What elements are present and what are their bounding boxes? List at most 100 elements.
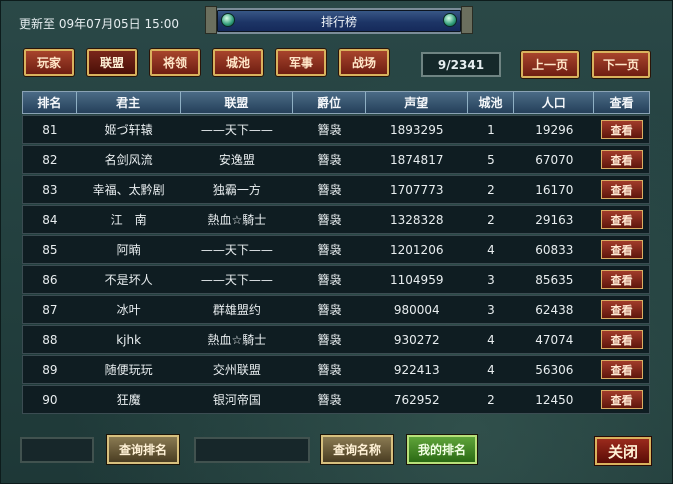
updated-timestamp: 更新至 09年07月05日 15:00: [19, 17, 180, 31]
ranking-window: 更新至 09年07月05日 15:00 排行榜 玩家 联盟 将领 城池 军事 战…: [0, 0, 673, 484]
alliance-cell: ——天下——: [200, 123, 273, 137]
prev-page-button[interactable]: 上一页: [521, 51, 579, 78]
prestige-cell: 1201206: [390, 242, 444, 257]
title-cell: 簪袅: [317, 153, 342, 167]
tab-player[interactable]: 玩家: [24, 49, 74, 76]
rank-cell: 84: [42, 212, 58, 227]
title-orb-right-icon: [443, 13, 457, 27]
prestige-cell: 980004: [393, 302, 440, 317]
view-button[interactable]: 查看: [600, 210, 643, 229]
view-cell: 查看: [594, 266, 649, 293]
query-rank-button[interactable]: 查询排名: [107, 435, 179, 464]
ranking-table: 排名 君主 联盟 爵位 声望 城池 人口 查看 81 姬づ轩辕 ——天下—— 簪袅 18…: [22, 91, 650, 414]
column-header-population: 人口: [514, 92, 595, 113]
alliance-cell: 独霸一方: [212, 183, 261, 197]
alliance-cell: 交州联盟: [212, 363, 261, 377]
table-row: 86 不是坏人 ——天下—— 簪袅 1104959 3 85635 查看: [22, 265, 650, 294]
alliance-cell: 安逸盟: [218, 153, 255, 167]
rank-cell: 90: [42, 392, 58, 407]
population-cell: 16170: [535, 182, 574, 197]
tab-military[interactable]: 军事: [276, 49, 326, 76]
prestige-cell: 1104959: [390, 272, 444, 287]
cities-cell: 4: [487, 332, 495, 347]
column-header-prestige: 声望: [366, 92, 468, 113]
cities-cell: 2: [487, 212, 495, 227]
view-button[interactable]: 查看: [600, 150, 643, 169]
column-header-alliance: 联盟: [181, 92, 294, 113]
view-cell: 查看: [594, 356, 649, 383]
title-cell: 簪袅: [317, 183, 342, 197]
table-row: 82 名剑风流 安逸盟 簪袅 1874817 5 67070 查看: [22, 145, 650, 174]
rank-query-input[interactable]: [20, 437, 94, 463]
view-cell: 查看: [594, 386, 649, 413]
column-header-cities: 城池: [468, 92, 515, 113]
view-button[interactable]: 查看: [600, 120, 643, 139]
prestige-cell: 1328328: [390, 212, 444, 227]
prestige-cell: 922413: [393, 362, 440, 377]
view-button[interactable]: 查看: [600, 300, 643, 319]
title-cell: 簪袅: [317, 303, 342, 317]
table-body: 81 姬づ轩辕 ——天下—— 簪袅 1893295 1 19296 查看 82 名剑风流 安逸盟 簪袅…: [22, 115, 650, 414]
alliance-cell: 群雄盟约: [212, 303, 261, 317]
prestige-cell: 1893295: [390, 122, 444, 137]
title-cap-right: [461, 6, 473, 34]
cities-cell: 2: [487, 182, 495, 197]
table-row: 85 阿暔 ——天下—— 簪袅 1201206 4 60833 查看: [22, 235, 650, 264]
population-cell: 62438: [535, 302, 574, 317]
rank-cell: 83: [42, 182, 58, 197]
rank-cell: 88: [42, 332, 58, 347]
rank-cell: 87: [42, 302, 58, 317]
window-title: 排行榜: [320, 15, 357, 29]
rank-cell: 81: [42, 122, 58, 137]
lord-cell: 姬づ轩辕: [104, 123, 153, 137]
title-cell: 簪袅: [317, 363, 342, 377]
next-page-button[interactable]: 下一页: [592, 51, 650, 78]
rank-cell: 85: [42, 242, 58, 257]
title-cell: 簪袅: [317, 333, 342, 347]
title-cap-left: [205, 6, 217, 34]
title-cell: 簪袅: [317, 123, 342, 137]
rank-cell: 82: [42, 152, 58, 167]
lord-cell: 阿暔: [116, 243, 141, 257]
table-row: 89 随便玩玩 交州联盟 簪袅 922413 4 56306 查看: [22, 355, 650, 384]
population-cell: 47074: [535, 332, 574, 347]
table-row: 83 幸福、太黔剧 独霸一方 簪袅 1707773 2 16170 查看: [22, 175, 650, 204]
tab-alliance[interactable]: 联盟: [87, 49, 137, 76]
my-rank-button[interactable]: 我的排名: [407, 435, 477, 464]
view-button[interactable]: 查看: [600, 390, 643, 409]
close-button[interactable]: 关闭: [595, 437, 651, 465]
table-header: 排名 君主 联盟 爵位 声望 城池 人口 查看: [22, 91, 650, 114]
view-button[interactable]: 查看: [600, 360, 643, 379]
lord-cell: 冰叶: [116, 303, 141, 317]
lord-cell: 名剑风流: [104, 153, 153, 167]
prestige-cell: 762952: [393, 392, 440, 407]
view-cell: 查看: [594, 116, 649, 143]
view-button[interactable]: 查看: [600, 180, 643, 199]
column-header-title: 爵位: [293, 92, 366, 113]
view-cell: 查看: [594, 236, 649, 263]
cities-cell: 4: [487, 242, 495, 257]
tab-battlefield[interactable]: 战场: [339, 49, 389, 76]
name-query-input[interactable]: [194, 437, 310, 463]
title-cell: 簪袅: [317, 213, 342, 227]
population-cell: 85635: [535, 272, 574, 287]
table-row: 87 冰叶 群雄盟约 簪袅 980004 3 62438 查看: [22, 295, 650, 324]
column-header-view: 查看: [609, 96, 634, 110]
prestige-cell: 1874817: [390, 152, 444, 167]
tab-general[interactable]: 将领: [150, 49, 200, 76]
view-button[interactable]: 查看: [600, 330, 643, 349]
table-row: 81 姬づ轩辕 ——天下—— 簪袅 1893295 1 19296 查看: [22, 115, 650, 144]
alliance-cell: 熱血☆騎士: [207, 333, 267, 347]
view-button[interactable]: 查看: [600, 270, 643, 289]
query-name-button[interactable]: 查询名称: [321, 435, 393, 464]
tab-city[interactable]: 城池: [213, 49, 263, 76]
column-header-lord: 君主: [77, 92, 181, 113]
title-cell: 簪袅: [317, 393, 342, 407]
view-button[interactable]: 查看: [600, 240, 643, 259]
lord-cell: 随便玩玩: [104, 363, 153, 377]
population-cell: 56306: [535, 362, 574, 377]
title-cell: 簪袅: [317, 273, 342, 287]
column-header-rank: 排名: [23, 92, 77, 113]
lord-cell: 幸福、太黔剧: [92, 183, 165, 197]
alliance-cell: ——天下——: [200, 273, 273, 287]
